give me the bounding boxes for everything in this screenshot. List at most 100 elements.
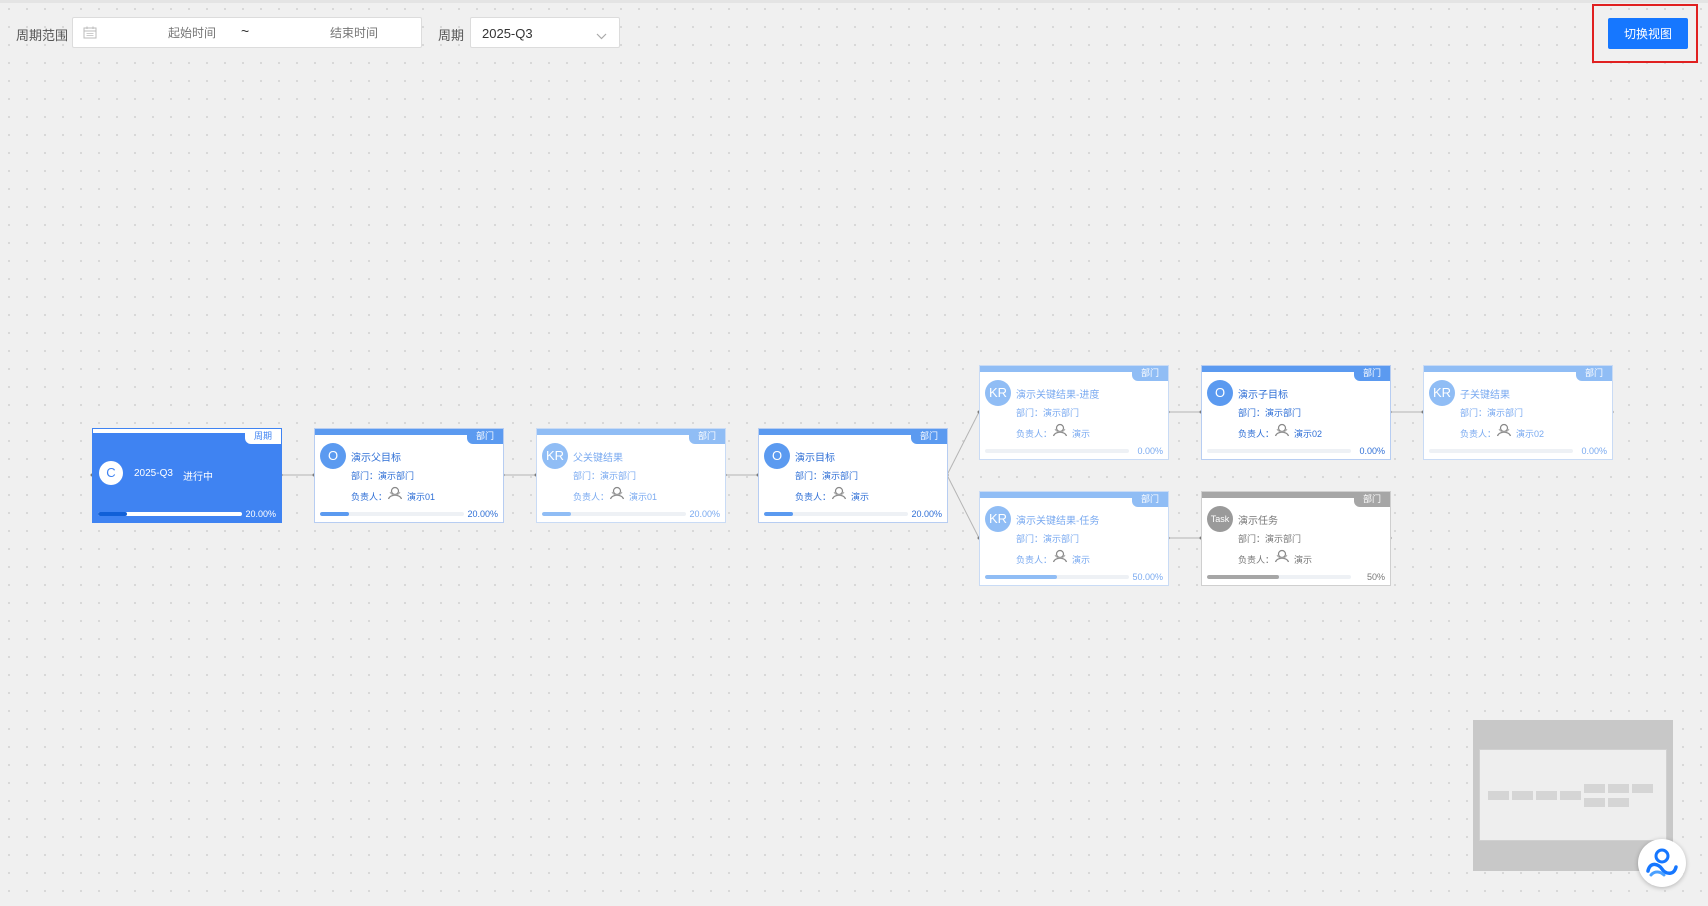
node-avatar: C — [99, 461, 123, 485]
assistant-float-button[interactable] — [1638, 839, 1686, 887]
progress-percent: 0.00% — [1359, 446, 1385, 456]
node-owner: 演示 — [851, 492, 870, 502]
owner-avatar-icon — [831, 486, 847, 505]
progress-fill — [985, 575, 1057, 579]
owner-avatar-icon — [1274, 423, 1290, 442]
node-avatar: Task — [1207, 506, 1233, 532]
node-objective[interactable]: 部门 O 演示目标 部门：演示部门 负责人： 演示 20.00% — [758, 428, 948, 523]
node-avatar: KR — [985, 380, 1011, 406]
node-tag: 部门 — [466, 429, 503, 444]
node-owner-label: 负责人： — [1016, 555, 1053, 565]
node-title: 演示任务 — [1238, 516, 1278, 527]
minimap-node — [1632, 784, 1653, 793]
node-avatar: O — [764, 443, 790, 469]
node-avatar: KR — [542, 443, 568, 469]
node-owner-label: 负责人： — [573, 492, 610, 502]
node-avatar: KR — [1429, 380, 1455, 406]
node-owner-label: 负责人： — [1016, 429, 1053, 439]
progress-track — [985, 575, 1129, 579]
minimap-node — [1488, 791, 1509, 800]
progress-percent: 0.00% — [1137, 446, 1163, 456]
node-owner-label: 负责人： — [1238, 429, 1275, 439]
node-dept: 部门：演示部门 — [1016, 534, 1080, 544]
assistant-logo-icon — [1646, 848, 1678, 877]
minimap-node — [1560, 791, 1581, 800]
calendar-icon — [83, 26, 97, 44]
progress-fill — [98, 512, 127, 516]
minimap-node — [1584, 784, 1605, 793]
node-title: 演示子目标 — [1238, 390, 1288, 401]
node-owner: 演示01 — [629, 492, 658, 502]
node-dept: 部门：演示部门 — [795, 471, 859, 481]
node-parent-kr[interactable]: 部门 KR 父关键结果 部门：演示部门 负责人： 演示01 20.00% — [536, 428, 726, 523]
node-dept: 部门：演示部门 — [1460, 408, 1524, 418]
top-divider — [0, 0, 1708, 3]
node-tag: 部门 — [1353, 366, 1390, 381]
range-label: 周期范围 — [16, 28, 69, 43]
owner-avatar-icon — [1274, 549, 1290, 568]
progress-fill — [764, 512, 793, 516]
switch-view-button[interactable]: 切换视图 — [1608, 18, 1688, 49]
node-task[interactable]: 部门 Task 演示任务 部门：演示部门 负责人： 演示 50% — [1201, 491, 1391, 586]
node-parent-objective[interactable]: 部门 O 演示父目标 部门：演示部门 负责人： 演示01 20.00% — [314, 428, 504, 523]
minimap-node — [1608, 784, 1629, 793]
node-avatar: KR — [985, 506, 1011, 532]
progress-track — [98, 512, 242, 516]
period-select-value: 2025-Q3 — [482, 26, 533, 41]
chevron-down-icon — [596, 28, 607, 43]
node-tag: 部门 — [1575, 366, 1612, 381]
progress-percent: 20.00% — [245, 509, 276, 519]
node-title: 子关键结果 — [1460, 390, 1510, 401]
progress-track — [985, 449, 1129, 453]
progress-track — [764, 512, 908, 516]
node-title: 演示关键结果-任务 — [1016, 516, 1100, 527]
period-label: 周期 — [438, 28, 465, 43]
progress-percent: 20.00% — [911, 509, 942, 519]
owner-avatar-icon — [387, 486, 403, 505]
node-dept: 部门：演示部门 — [351, 471, 415, 481]
progress-percent: 20.00% — [467, 509, 498, 519]
node-dept: 部门：演示部门 — [1238, 408, 1302, 418]
minimap-node — [1512, 791, 1533, 800]
range-separator: ~ — [241, 23, 250, 39]
node-kr-progress[interactable]: 部门 KR 演示关键结果-进度 部门：演示部门 负责人： 演示 0.00% — [979, 365, 1169, 460]
progress-track — [1429, 449, 1573, 453]
node-tag: 部门 — [1131, 366, 1168, 381]
progress-track — [320, 512, 464, 516]
node-owner: 演示01 — [407, 492, 436, 502]
node-tag: 部门 — [1131, 492, 1168, 507]
start-date-input[interactable] — [135, 25, 249, 41]
node-avatar: O — [320, 443, 346, 469]
period-select[interactable]: 2025-Q3 — [470, 17, 620, 48]
node-owner: 演示 — [1072, 429, 1091, 439]
node-kr-task[interactable]: 部门 KR 演示关键结果-任务 部门：演示部门 负责人： 演示 50.00% — [979, 491, 1169, 586]
node-status: 进行中 — [183, 472, 213, 483]
node-title: 父关键结果 — [573, 453, 623, 464]
owner-avatar-icon — [609, 486, 625, 505]
node-dept: 部门：演示部门 — [573, 471, 637, 481]
node-owner-label: 负责人： — [1460, 429, 1497, 439]
node-dept: 部门：演示部门 — [1016, 408, 1080, 418]
node-owner: 演示02 — [1294, 429, 1323, 439]
node-owner: 演示02 — [1516, 429, 1545, 439]
minimap-node — [1608, 798, 1629, 807]
owner-avatar-icon — [1052, 549, 1068, 568]
node-cycle[interactable]: 周期 C 2025-Q3 进行中 20.00% — [92, 428, 282, 523]
node-owner: 演示 — [1294, 555, 1313, 565]
progress-percent: 50% — [1366, 572, 1385, 582]
node-title: 演示父目标 — [351, 453, 401, 464]
node-child-kr[interactable]: 部门 KR 子关键结果 部门：演示部门 负责人： 演示02 0.00% — [1423, 365, 1613, 460]
progress-percent: 50.00% — [1132, 572, 1163, 582]
progress-fill — [1207, 575, 1279, 579]
progress-track — [1207, 449, 1351, 453]
node-child-objective[interactable]: 部门 O 演示子目标 部门：演示部门 负责人： 演示02 0.00% — [1201, 365, 1391, 460]
owner-avatar-icon — [1496, 423, 1512, 442]
minimap-node — [1536, 791, 1557, 800]
end-date-input[interactable] — [297, 25, 411, 41]
node-tag: 部门 — [688, 429, 725, 444]
progress-percent: 20.00% — [689, 509, 720, 519]
date-range-picker[interactable]: ~ — [72, 17, 422, 48]
progress-fill — [542, 512, 571, 516]
node-title: 演示目标 — [795, 453, 835, 464]
minimap-viewport[interactable] — [1479, 749, 1667, 841]
